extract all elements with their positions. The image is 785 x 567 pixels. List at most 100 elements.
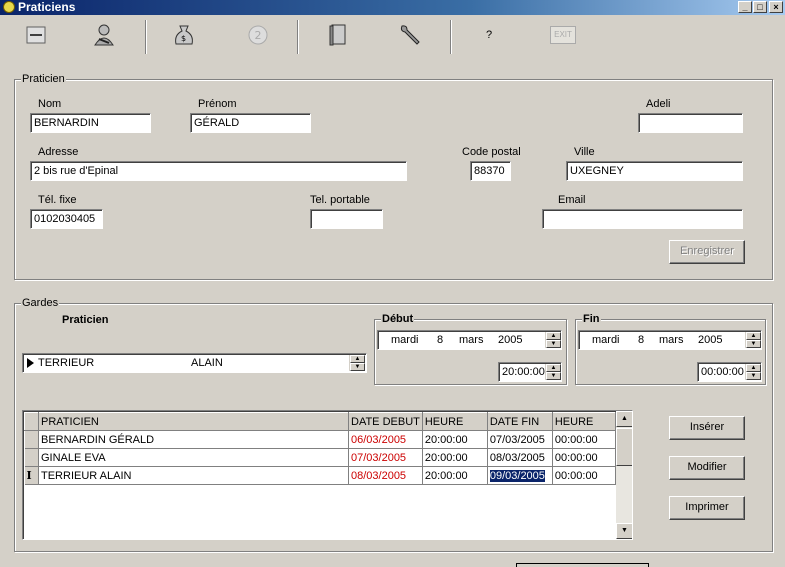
cell-date-debut[interactable]: 07/03/2005 — [348, 448, 423, 467]
book-button[interactable] — [324, 21, 352, 49]
table-row[interactable]: BERNARDIN GÉRALD 06/03/2005 20:00:00 07/… — [24, 430, 616, 449]
spin-down-icon: ▼ — [546, 340, 561, 348]
fin-date-picker[interactable]: mardi 8 mars 2005 — [578, 330, 762, 350]
debut-day: 8 — [437, 334, 444, 346]
nom-field[interactable]: BERNARDIN — [30, 113, 151, 133]
money-bag-icon: $ — [175, 25, 193, 45]
cell-heure-debut[interactable]: 20:00:00 — [422, 466, 488, 485]
cell-heure-debut[interactable]: 20:00:00 — [422, 430, 488, 449]
spin-down-icon: ▼ — [746, 372, 761, 380]
fin-day-name: mardi — [592, 334, 620, 346]
cell-heure-fin[interactable]: 00:00:00 — [552, 430, 616, 449]
bag-button[interactable]: $ — [170, 21, 198, 49]
selected-praticien-nom: TERRIEUR — [38, 357, 95, 369]
spin-up-icon: ▲ — [350, 355, 365, 363]
app-icon — [3, 1, 15, 13]
exit-label: EXIT — [554, 30, 572, 39]
debut-date-spinner[interactable]: ▲ ▼ — [545, 332, 561, 348]
prenom-field[interactable]: GÉRALD — [190, 113, 311, 133]
column-header-date-debut[interactable]: DATE DEBUT — [348, 412, 423, 431]
praticien-selector[interactable]: TERRIEUR ALAIN — [22, 353, 367, 373]
doctor-button[interactable] — [90, 21, 118, 49]
book-icon — [329, 24, 346, 46]
help-icon: ? — [485, 29, 493, 41]
cell-date-debut[interactable]: 08/03/2005 — [348, 466, 423, 485]
selected-cell-text: 09/03/2005 — [489, 469, 545, 482]
number-two-icon: 2 — [248, 25, 268, 45]
edit-cursor-icon: I — [26, 469, 32, 482]
cell-date-fin[interactable]: 07/03/2005 — [487, 430, 553, 449]
row-pointer-icon — [27, 358, 34, 368]
scroll-thumb[interactable] — [616, 428, 632, 466]
toolbar-separator — [450, 20, 452, 54]
spin-up-icon: ▲ — [546, 364, 561, 372]
cell-praticien[interactable]: BERNARDIN GÉRALD — [38, 430, 349, 449]
cell-heure-fin[interactable]: 00:00:00 — [552, 466, 616, 485]
email-field[interactable] — [542, 209, 743, 229]
gardes-grid[interactable]: PRATICIEN DATE DEBUT HEURE DATE FIN HEUR… — [22, 410, 633, 540]
scroll-down-icon[interactable]: ▼ — [616, 523, 632, 539]
spin-down-icon: ▼ — [350, 363, 365, 371]
cell-heure-fin[interactable]: 00:00:00 — [552, 448, 616, 467]
fin-label: Fin — [582, 313, 601, 325]
table-row[interactable]: I TERRIEUR ALAIN 08/03/2005 20:00:00 09/… — [24, 466, 616, 485]
column-header-date-fin[interactable]: DATE FIN — [486, 412, 553, 431]
table-header-row: PRATICIEN DATE DEBUT HEURE DATE FIN HEUR… — [24, 412, 616, 431]
column-header-praticien[interactable]: PRATICIEN — [38, 412, 349, 431]
debut-date-picker[interactable]: mardi 8 mars 2005 — [377, 330, 562, 350]
code-postal-field[interactable]: 88370 — [470, 161, 511, 181]
cell-heure-debut[interactable]: 20:00:00 — [422, 448, 488, 467]
toolbar: $ 2 ? EXIT — [0, 15, 785, 57]
tools-button[interactable] — [396, 21, 424, 49]
gardes-praticien-label: Praticien — [62, 314, 109, 326]
adresse-label: Adresse — [38, 146, 79, 158]
svg-text:2: 2 — [255, 29, 262, 42]
tel-portable-field[interactable] — [310, 209, 383, 229]
help-button[interactable]: ? — [475, 21, 503, 49]
minimize-button[interactable]: _ — [738, 1, 752, 13]
cell-praticien[interactable]: GINALE EVA — [38, 448, 349, 467]
spin-down-icon: ▼ — [746, 340, 761, 348]
cell-date-fin[interactable]: 09/03/2005 — [487, 466, 553, 485]
back-button[interactable] — [22, 21, 50, 49]
wrench-icon — [400, 25, 420, 45]
grid-scrollbar[interactable]: ▲ ▼ — [616, 411, 632, 539]
maximize-button[interactable]: □ — [753, 1, 767, 13]
fin-date-spinner[interactable]: ▲ ▼ — [745, 332, 761, 348]
cell-praticien[interactable]: TERRIEUR ALAIN — [38, 466, 349, 485]
spin-up-icon: ▲ — [746, 364, 761, 372]
fin-time-spinner[interactable]: ▲ ▼ — [745, 364, 761, 380]
imprimer-button[interactable]: Imprimer — [669, 496, 745, 520]
adresse-field[interactable]: 2 bis rue d'Epinal — [30, 161, 407, 181]
spin-up-icon: ▲ — [746, 332, 761, 340]
ville-label: Ville — [574, 146, 595, 158]
inserer-button[interactable]: Insérer — [669, 416, 745, 440]
cell-date-debut[interactable]: 06/03/2005 — [348, 430, 423, 449]
back-icon — [26, 26, 46, 44]
gardes-group-label: Gardes — [21, 297, 60, 309]
tel-fixe-field[interactable]: 0102030405 — [30, 209, 103, 229]
nom-label: Nom — [38, 98, 62, 110]
selected-praticien-prenom: ALAIN — [191, 357, 223, 369]
table-row[interactable]: GINALE EVA 07/03/2005 20:00:00 08/03/200… — [24, 448, 616, 467]
exit-button[interactable]: EXIT — [548, 21, 578, 49]
scroll-up-icon[interactable]: ▲ — [616, 411, 632, 427]
modifier-button[interactable]: Modifier — [669, 456, 745, 480]
close-button[interactable]: × — [769, 1, 783, 13]
ville-field[interactable]: UXEGNEY — [566, 161, 743, 181]
email-label: Email — [558, 194, 586, 206]
debut-time-spinner[interactable]: ▲ ▼ — [545, 364, 561, 380]
adeli-field[interactable] — [638, 113, 743, 133]
adeli-label: Adeli — [646, 98, 671, 110]
prenom-label: Prénom — [198, 98, 237, 110]
enregistrer-button[interactable]: Enregistrer — [669, 240, 745, 264]
row-indicator — [24, 448, 39, 467]
row-indicator — [24, 430, 39, 449]
praticien-group-label: Praticien — [21, 73, 66, 85]
praticien-spinner[interactable]: ▲ ▼ — [349, 355, 365, 371]
column-header-heure-debut[interactable]: HEURE — [421, 412, 488, 431]
debut-label: Début — [381, 313, 415, 325]
column-header-heure-fin[interactable]: HEURE — [551, 412, 616, 431]
cell-date-fin[interactable]: 08/03/2005 — [487, 448, 553, 467]
disabled-button[interactable]: 2 — [244, 21, 272, 49]
